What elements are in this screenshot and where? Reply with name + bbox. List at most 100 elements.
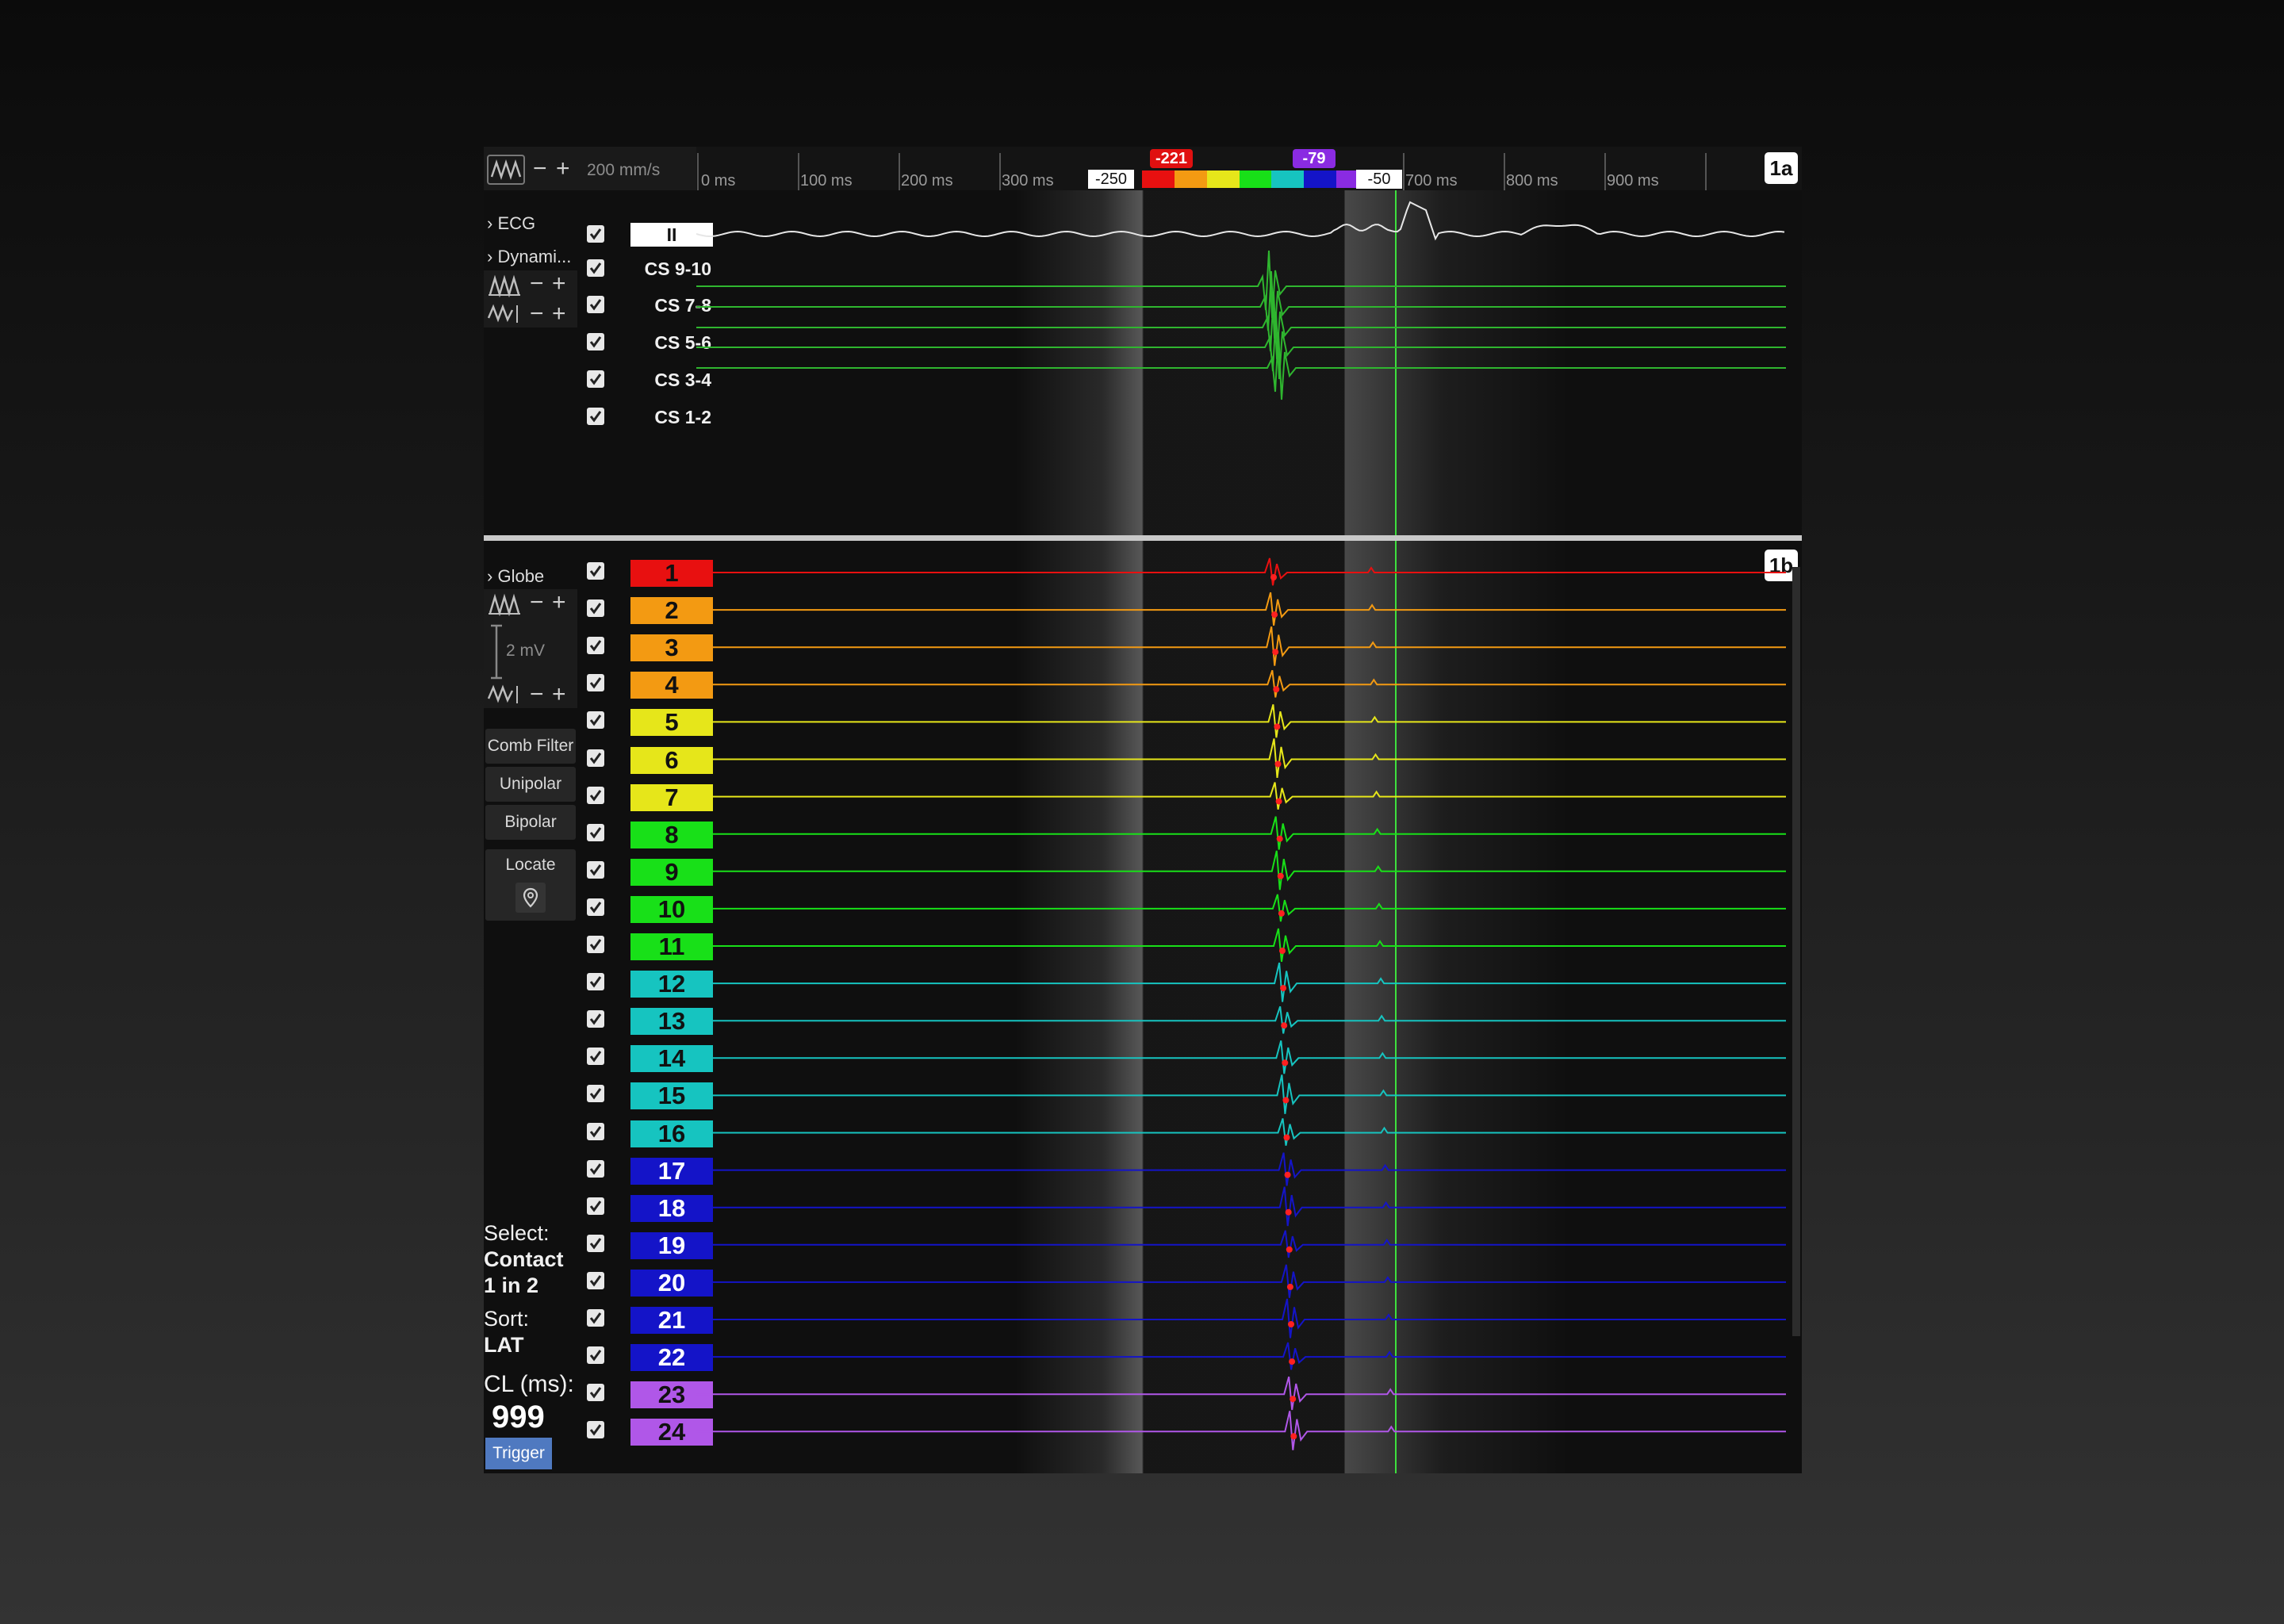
lat-annotation-marker[interactable] (1290, 1396, 1297, 1403)
lat-annotation-marker[interactable] (1274, 760, 1282, 768)
lat-annotation-marker[interactable] (1270, 574, 1277, 580)
gain-icon[interactable] (487, 592, 522, 616)
comb-filter-button[interactable]: Comb Filter (485, 729, 576, 764)
group-dynamic[interactable]: › Dynami... (487, 245, 571, 269)
bipolar-button[interactable]: Bipolar (485, 805, 576, 840)
lat-annotation-marker[interactable] (1279, 948, 1286, 954)
lat-annotation-marker[interactable] (1277, 872, 1284, 879)
channel-visibility-checkbox[interactable] (587, 973, 604, 991)
chevron-right-icon: › (487, 247, 493, 266)
lat-annotation-marker[interactable] (1274, 723, 1281, 730)
filter-decrease-button[interactable]: − (530, 302, 544, 326)
panel-1a-gain-controls: − + − + (484, 270, 577, 327)
lat-annotation-marker[interactable] (1273, 686, 1280, 693)
cs-trace (696, 311, 1786, 380)
channel-visibility-checkbox[interactable] (587, 408, 604, 425)
channel-visibility-checkbox[interactable] (587, 1346, 604, 1365)
channel-visibility-checkbox[interactable] (587, 259, 604, 277)
gain-increase-button[interactable]: + (552, 272, 566, 296)
lat-annotation-marker[interactable] (1284, 1171, 1291, 1178)
lat-annotation-marker[interactable] (1282, 1059, 1289, 1067)
globe-electrode-trace (696, 850, 1786, 891)
channel-visibility-checkbox[interactable] (587, 936, 604, 953)
channel-visibility-checkbox[interactable] (587, 1271, 604, 1289)
globe-electrode-trace (696, 1342, 1786, 1370)
lat-annotation-marker[interactable] (1282, 1097, 1290, 1104)
filter-increase-button[interactable]: + (552, 683, 566, 707)
gain-increase-button[interactable]: + (552, 591, 566, 615)
lat-annotation-marker[interactable] (1288, 1321, 1294, 1327)
lat-annotation-marker[interactable] (1281, 1022, 1288, 1029)
channel-visibility-checkbox[interactable] (587, 1085, 604, 1103)
check-icon (589, 976, 602, 988)
filter-decrease-button[interactable]: − (530, 683, 544, 707)
lat-annotation-marker[interactable] (1275, 798, 1282, 805)
channel-visibility-checkbox[interactable] (587, 860, 604, 879)
panel-1b-traces[interactable] (696, 543, 1802, 1473)
sort-value[interactable]: LAT (484, 1332, 529, 1358)
lat-annotation-marker[interactable] (1278, 910, 1285, 917)
ruler-tick-label: 200 ms (901, 172, 953, 190)
channel-visibility-checkbox[interactable] (587, 225, 604, 243)
channel-visibility-checkbox[interactable] (587, 599, 604, 618)
gain-decrease-button[interactable]: − (530, 591, 544, 615)
channel-visibility-checkbox[interactable] (587, 898, 604, 916)
channel-visibility-checkbox[interactable] (587, 333, 604, 350)
channel-visibility-checkbox[interactable] (587, 637, 604, 655)
lat-annotation-marker[interactable] (1272, 649, 1279, 656)
gain-decrease-button[interactable]: − (530, 272, 544, 296)
channel-visibility-checkbox[interactable] (587, 296, 604, 313)
filter-increase-button[interactable]: + (552, 302, 566, 326)
channel-visibility-checkbox[interactable] (587, 1384, 604, 1402)
lat-max-marker[interactable]: -79 (1293, 149, 1336, 168)
filter-icon[interactable] (487, 302, 522, 326)
channel-visibility-checkbox[interactable] (587, 1010, 604, 1028)
channel-visibility-checkbox[interactable] (587, 1159, 604, 1178)
channel-visibility-checkbox[interactable] (587, 1309, 604, 1327)
lat-annotation-marker[interactable] (1286, 1283, 1293, 1290)
select-value-line2[interactable]: 1 in 2 (484, 1273, 564, 1299)
lat-annotation-marker[interactable] (1280, 985, 1287, 992)
gain-icon[interactable] (487, 274, 522, 297)
check-icon (589, 1088, 602, 1100)
channel-visibility-checkbox[interactable] (587, 1122, 604, 1140)
lat-annotation-marker[interactable] (1285, 1208, 1292, 1216)
channel-visibility-checkbox[interactable] (587, 674, 604, 692)
lat-annotation-marker[interactable] (1283, 1134, 1290, 1141)
check-icon (589, 262, 602, 274)
channel-visibility-checkbox[interactable] (587, 823, 604, 841)
lat-annotation-marker[interactable] (1271, 611, 1278, 619)
window-start-handle[interactable]: -250 (1088, 170, 1134, 189)
check-icon (589, 1424, 602, 1436)
unipolar-button[interactable]: Unipolar (485, 767, 576, 802)
lat-annotation-marker[interactable] (1289, 1358, 1296, 1365)
lat-min-marker[interactable]: -221 (1150, 149, 1193, 168)
panel-1b-labels: 1 2 3 4 5 6 7 8 9 10 11 12 13 14 15 16 17 18 19 20 21 22 23 24 (607, 543, 713, 1473)
select-value-line1[interactable]: Contact (484, 1247, 564, 1273)
locate-button[interactable]: Locate (485, 849, 576, 921)
group-ecg[interactable]: › ECG (487, 212, 535, 236)
channel-visibility-checkbox[interactable] (587, 370, 604, 388)
ecg-lead-ii-trace (696, 201, 1785, 241)
channel-visibility-checkbox[interactable] (587, 1421, 604, 1439)
channel-visibility-checkbox[interactable] (587, 1234, 604, 1252)
channel-visibility-checkbox[interactable] (587, 786, 604, 804)
channel-visibility-checkbox[interactable] (587, 1197, 604, 1215)
check-icon (589, 1237, 602, 1250)
channel-visibility-checkbox[interactable] (587, 749, 604, 767)
channel-visibility-checkbox[interactable] (587, 711, 604, 730)
panel-1a-labels: II CS 9-10 CS 7-8 CS 5-6 CS 3-4 CS 1-2 (607, 147, 713, 464)
window-end-handle[interactable]: -50 (1356, 170, 1402, 189)
group-globe[interactable]: › Globe (487, 565, 544, 588)
lat-annotation-marker[interactable] (1290, 1433, 1297, 1440)
filter-icon[interactable] (487, 683, 522, 707)
check-icon (589, 1051, 602, 1063)
check-icon (589, 336, 602, 348)
channel-visibility-checkbox[interactable] (587, 562, 604, 580)
lat-annotation-marker[interactable] (1276, 835, 1283, 842)
trigger-button[interactable]: Trigger (485, 1438, 552, 1469)
panel-splitter[interactable] (484, 535, 1802, 541)
check-icon (589, 1125, 602, 1137)
lat-annotation-marker[interactable] (1286, 1246, 1293, 1253)
channel-visibility-checkbox[interactable] (587, 1048, 604, 1066)
